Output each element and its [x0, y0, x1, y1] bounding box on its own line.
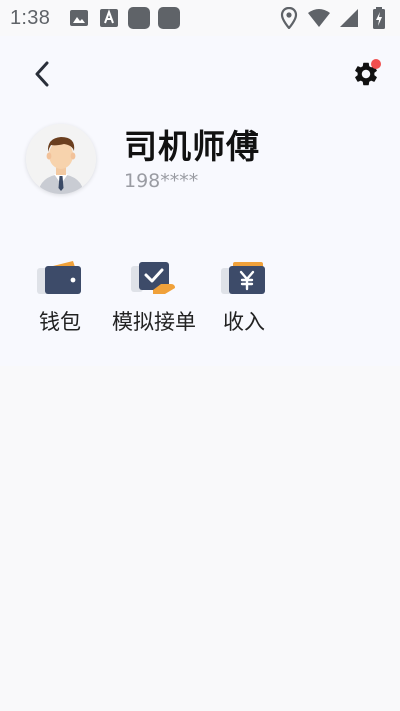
driver-avatar-icon: [26, 124, 96, 194]
order-check-icon: [131, 262, 175, 294]
status-time: 1:38: [10, 6, 51, 29]
user-phone: 198****: [124, 170, 199, 192]
wallet-icon: [37, 261, 81, 294]
app-square-icon: [158, 7, 181, 29]
menu-label-wallet: 钱包: [39, 310, 81, 334]
app-square-icon: [128, 7, 151, 29]
battery-charging-icon: [368, 7, 390, 29]
menu-item-income[interactable]: 收入: [214, 252, 274, 338]
status-bar: 1:38: [0, 0, 400, 36]
menu-item-wallet[interactable]: 钱包: [30, 252, 90, 338]
signal-icon: [338, 7, 360, 29]
user-name: 司机师傅: [124, 128, 260, 165]
yen-icon: [221, 262, 265, 294]
profile-header: 司机师傅 198**** 钱包 模拟接单 收入: [0, 36, 400, 366]
menu-label-income: 收入: [223, 310, 265, 334]
menu-label-mock-order: 模拟接单: [112, 310, 196, 334]
wifi-icon: [308, 7, 330, 29]
image-icon: [68, 7, 90, 29]
chevron-left-icon: [35, 61, 49, 87]
notification-dot: [371, 59, 381, 69]
menu-item-mock-order[interactable]: 模拟接单: [106, 252, 202, 338]
font-download-icon: [98, 7, 120, 29]
avatar[interactable]: [26, 124, 96, 194]
back-button[interactable]: [28, 58, 56, 90]
location-icon: [278, 7, 300, 29]
